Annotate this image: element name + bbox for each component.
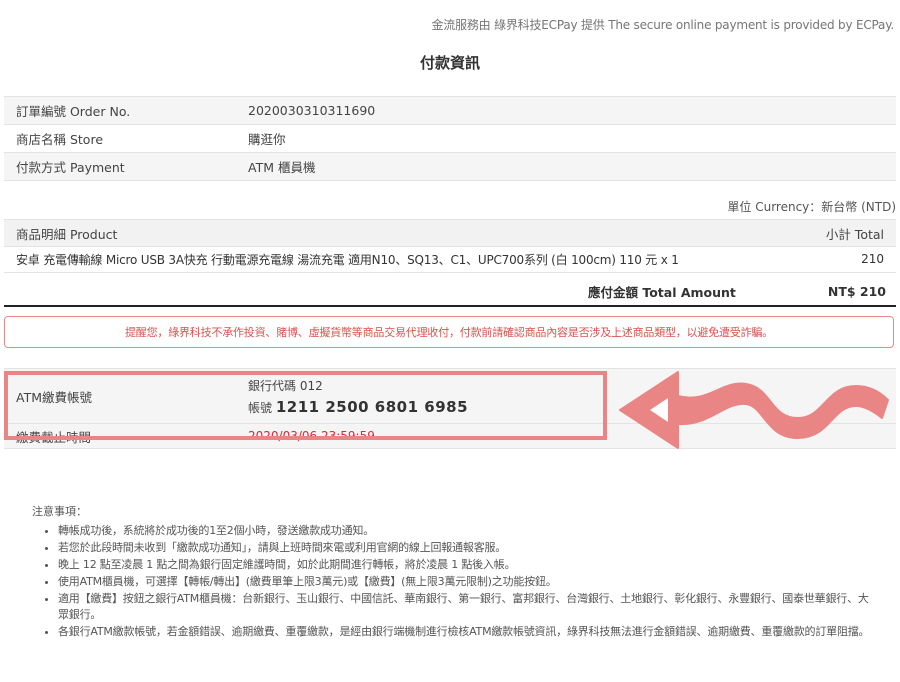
store-name-label: 商店名稱 Store: [16, 132, 104, 147]
payment-deadline-value: 2020/03/06 23:59:59: [248, 429, 375, 443]
pointer-arrow-icon: [619, 371, 889, 449]
product-name: 安卓 充電傳輸線 Micro USB 3A快充 行動電源充電線 湯流充電 適用N…: [16, 252, 679, 267]
account-number: 1211 2500 6801 6985: [275, 397, 469, 416]
account-line: 帳號 1211 2500 6801 6985: [248, 398, 468, 416]
account-prefix: 帳號: [248, 400, 273, 415]
fraud-warning-banner: 提醒您，綠界科技不承作投資、賭博、虛擬貨幣等商品交易代理收付，付款前請確認商品內…: [4, 316, 894, 348]
store-name-value: 購逛你: [248, 132, 286, 147]
note-item: 若您於此段時間未收到「繳款成功通知」，請與上班時間來電或利用官網的線上回報通報客…: [58, 540, 872, 556]
payment-method-row: 付款方式 Payment ATM 櫃員機: [4, 153, 896, 181]
product-header-label: 商品明細 Product: [16, 226, 118, 242]
total-amount-label: 應付金額 Total Amount: [588, 284, 736, 300]
bank-code: 銀行代碼 012: [248, 378, 323, 393]
payment-provider-note: 金流服務由 綠界科技ECPay 提供 The secure online pay…: [431, 18, 894, 32]
order-number-value: 2020030310311690: [248, 103, 376, 118]
page-title: 付款資訊: [419, 54, 480, 72]
store-name-row: 商店名稱 Store 購逛你: [4, 125, 896, 153]
order-number-label: 訂單編號 Order No.: [16, 104, 131, 119]
order-number-row: 訂單編號 Order No. 2020030310311690: [4, 96, 896, 125]
note-item: 各銀行ATM繳款帳號，若金額錯誤、逾期繳費、重覆繳款，是經由銀行端機制進行檢核A…: [58, 624, 872, 640]
notes-section: 注意事項： 轉帳成功後，系統將於成功後的1至2個小時，發送繳款成功通知。 若您於…: [32, 503, 872, 641]
subtotal-header-label: 小計 Total: [825, 226, 884, 242]
payment-method-label: 付款方式 Payment: [16, 160, 125, 175]
product-row: 安卓 充電傳輸線 Micro USB 3A快充 行動電源充電線 湯流充電 適用N…: [4, 246, 896, 273]
order-info-table: 訂單編號 Order No. 2020030310311690 商店名稱 Sto…: [4, 96, 896, 181]
product-subtotal: 210: [861, 252, 884, 266]
notes-title: 注意事項：: [32, 505, 87, 518]
atm-account-details: 銀行代碼 012 帳號 1211 2500 6801 6985: [248, 377, 468, 416]
note-item: 晚上 12 點至凌晨 1 點之間為銀行固定維護時間，如於此期間進行轉帳，將於凌晨…: [58, 557, 872, 573]
atm-account-label: ATM繳費帳號: [16, 389, 93, 405]
total-amount-row: 應付金額 Total Amount NT$ 210: [4, 277, 896, 307]
note-item: 適用【繳費】按鈕之銀行ATM櫃員機：台新銀行、玉山銀行、中國信託、華南銀行、第一…: [58, 591, 872, 623]
notes-list: 轉帳成功後，系統將於成功後的1至2個小時，發送繳款成功通知。 若您於此段時間未收…: [32, 523, 872, 640]
currency-note: 單位 Currency：新台幣 (NTD): [727, 200, 896, 214]
payment-method-value: ATM 櫃員機: [248, 160, 316, 175]
total-amount-value: NT$ 210: [827, 283, 886, 299]
payment-deadline-label: 繳費截止時間: [16, 429, 92, 445]
note-item: 使用ATM櫃員機，可選擇【轉帳/轉出】(繳費單筆上限3萬元)或【繳費】(無上限3…: [58, 574, 872, 590]
product-table-header: 商品明細 Product 小計 Total: [4, 219, 896, 247]
note-item: 轉帳成功後，系統將於成功後的1至2個小時，發送繳款成功通知。: [58, 523, 872, 539]
